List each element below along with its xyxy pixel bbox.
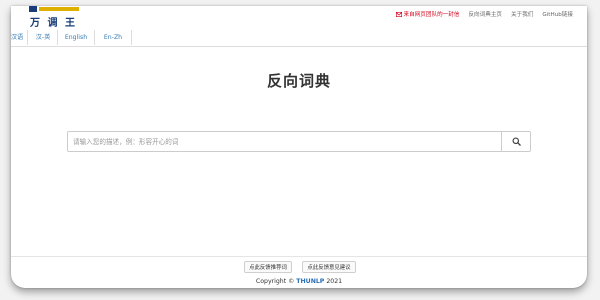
recommend-word-button[interactable]: 点此反馈推荐词 [244,261,292,273]
mail-link-label: 来自网页团队的一封信 [403,12,460,18]
copyright-brand-link[interactable]: THUNLP [296,278,324,285]
nav-home-label: 反向词典主页 [468,12,503,18]
app-window: 万 调 王 来自网页团队的一封信 反向词典主页 关于我们 GitHub链接 汉语… [11,6,587,288]
search-input[interactable] [68,132,510,151]
nav-github-link[interactable]: GitHub链接 [542,10,573,18]
tab-chinese-english[interactable]: 汉-英 [29,30,58,45]
copyright-year: 2021 [326,278,343,285]
feedback-button[interactable]: 点此反馈意见建议 [302,261,356,273]
nav-github-label: GitHub链接 [542,12,573,18]
tab-chinese[interactable]: 汉语 [11,30,28,45]
logo[interactable]: 万 调 王 [29,6,89,32]
tab-english-chinese[interactable]: En-Zh [95,30,132,45]
search-icon [511,137,521,146]
copyright: Copyright © THUNLP 2021 [11,278,587,285]
logo-text: 万 调 王 [30,18,77,29]
nav-about-label: 关于我们 [511,12,534,18]
copyright-prefix: Copyright © [255,278,295,285]
mail-icon [395,11,402,17]
page-title: 反向词典 [266,72,331,90]
logo-mark-icon [29,6,79,12]
nav-about-link[interactable]: 关于我们 [511,10,533,18]
search-box [67,131,531,152]
tab-english[interactable]: English [58,30,95,45]
top-nav: 来自网页团队的一封信 反向词典主页 关于我们 GitHub链接 [395,10,573,18]
nav-home-link[interactable]: 反向词典主页 [468,10,502,18]
footer-divider [11,256,587,257]
search-button[interactable] [501,132,530,151]
language-tabs: 汉语 汉-英 English En-Zh [11,30,587,47]
mail-link[interactable]: 来自网页团队的一封信 [395,10,460,18]
